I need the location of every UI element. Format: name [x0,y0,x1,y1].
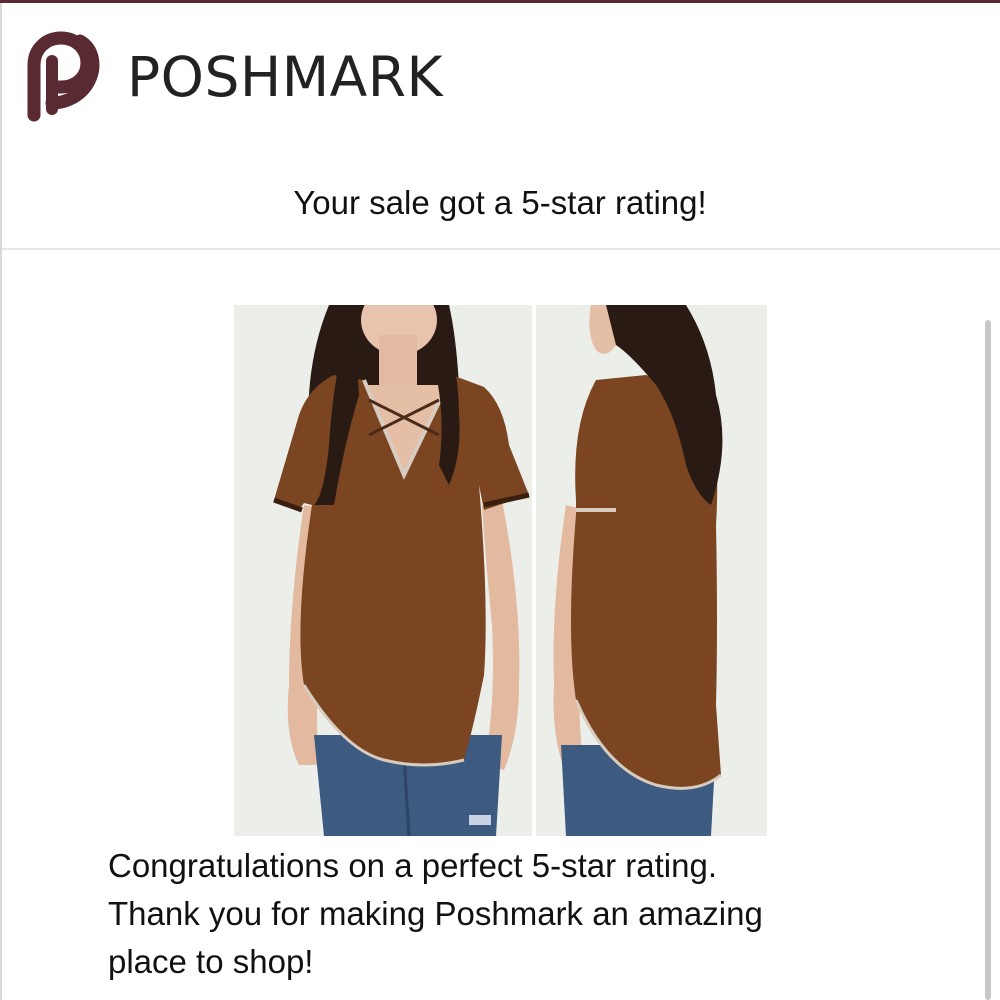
message-line: Thank you for making Poshmark an amazing [108,895,763,932]
page-title: Your sale got a 5-star rating! [293,184,707,221]
message-line: place to shop! [108,943,314,980]
model-front-illustration [234,305,532,836]
model-back-illustration [536,305,767,836]
poshmark-brand-text[interactable]: POSHMARK [127,47,443,107]
product-photo-front[interactable] [234,305,532,836]
vertical-scrollbar[interactable] [985,320,991,1000]
message-line: Congratulations on a perfect 5-star rati… [108,847,718,884]
poshmark-logo-icon[interactable] [24,27,110,123]
product-photo-back[interactable] [536,305,767,836]
email-header: POSHMARK Your sale got a 5-star rating! [0,3,1000,249]
header-divider [2,248,1000,250]
congratulations-message: Congratulations on a perfect 5-star rati… [108,842,968,986]
